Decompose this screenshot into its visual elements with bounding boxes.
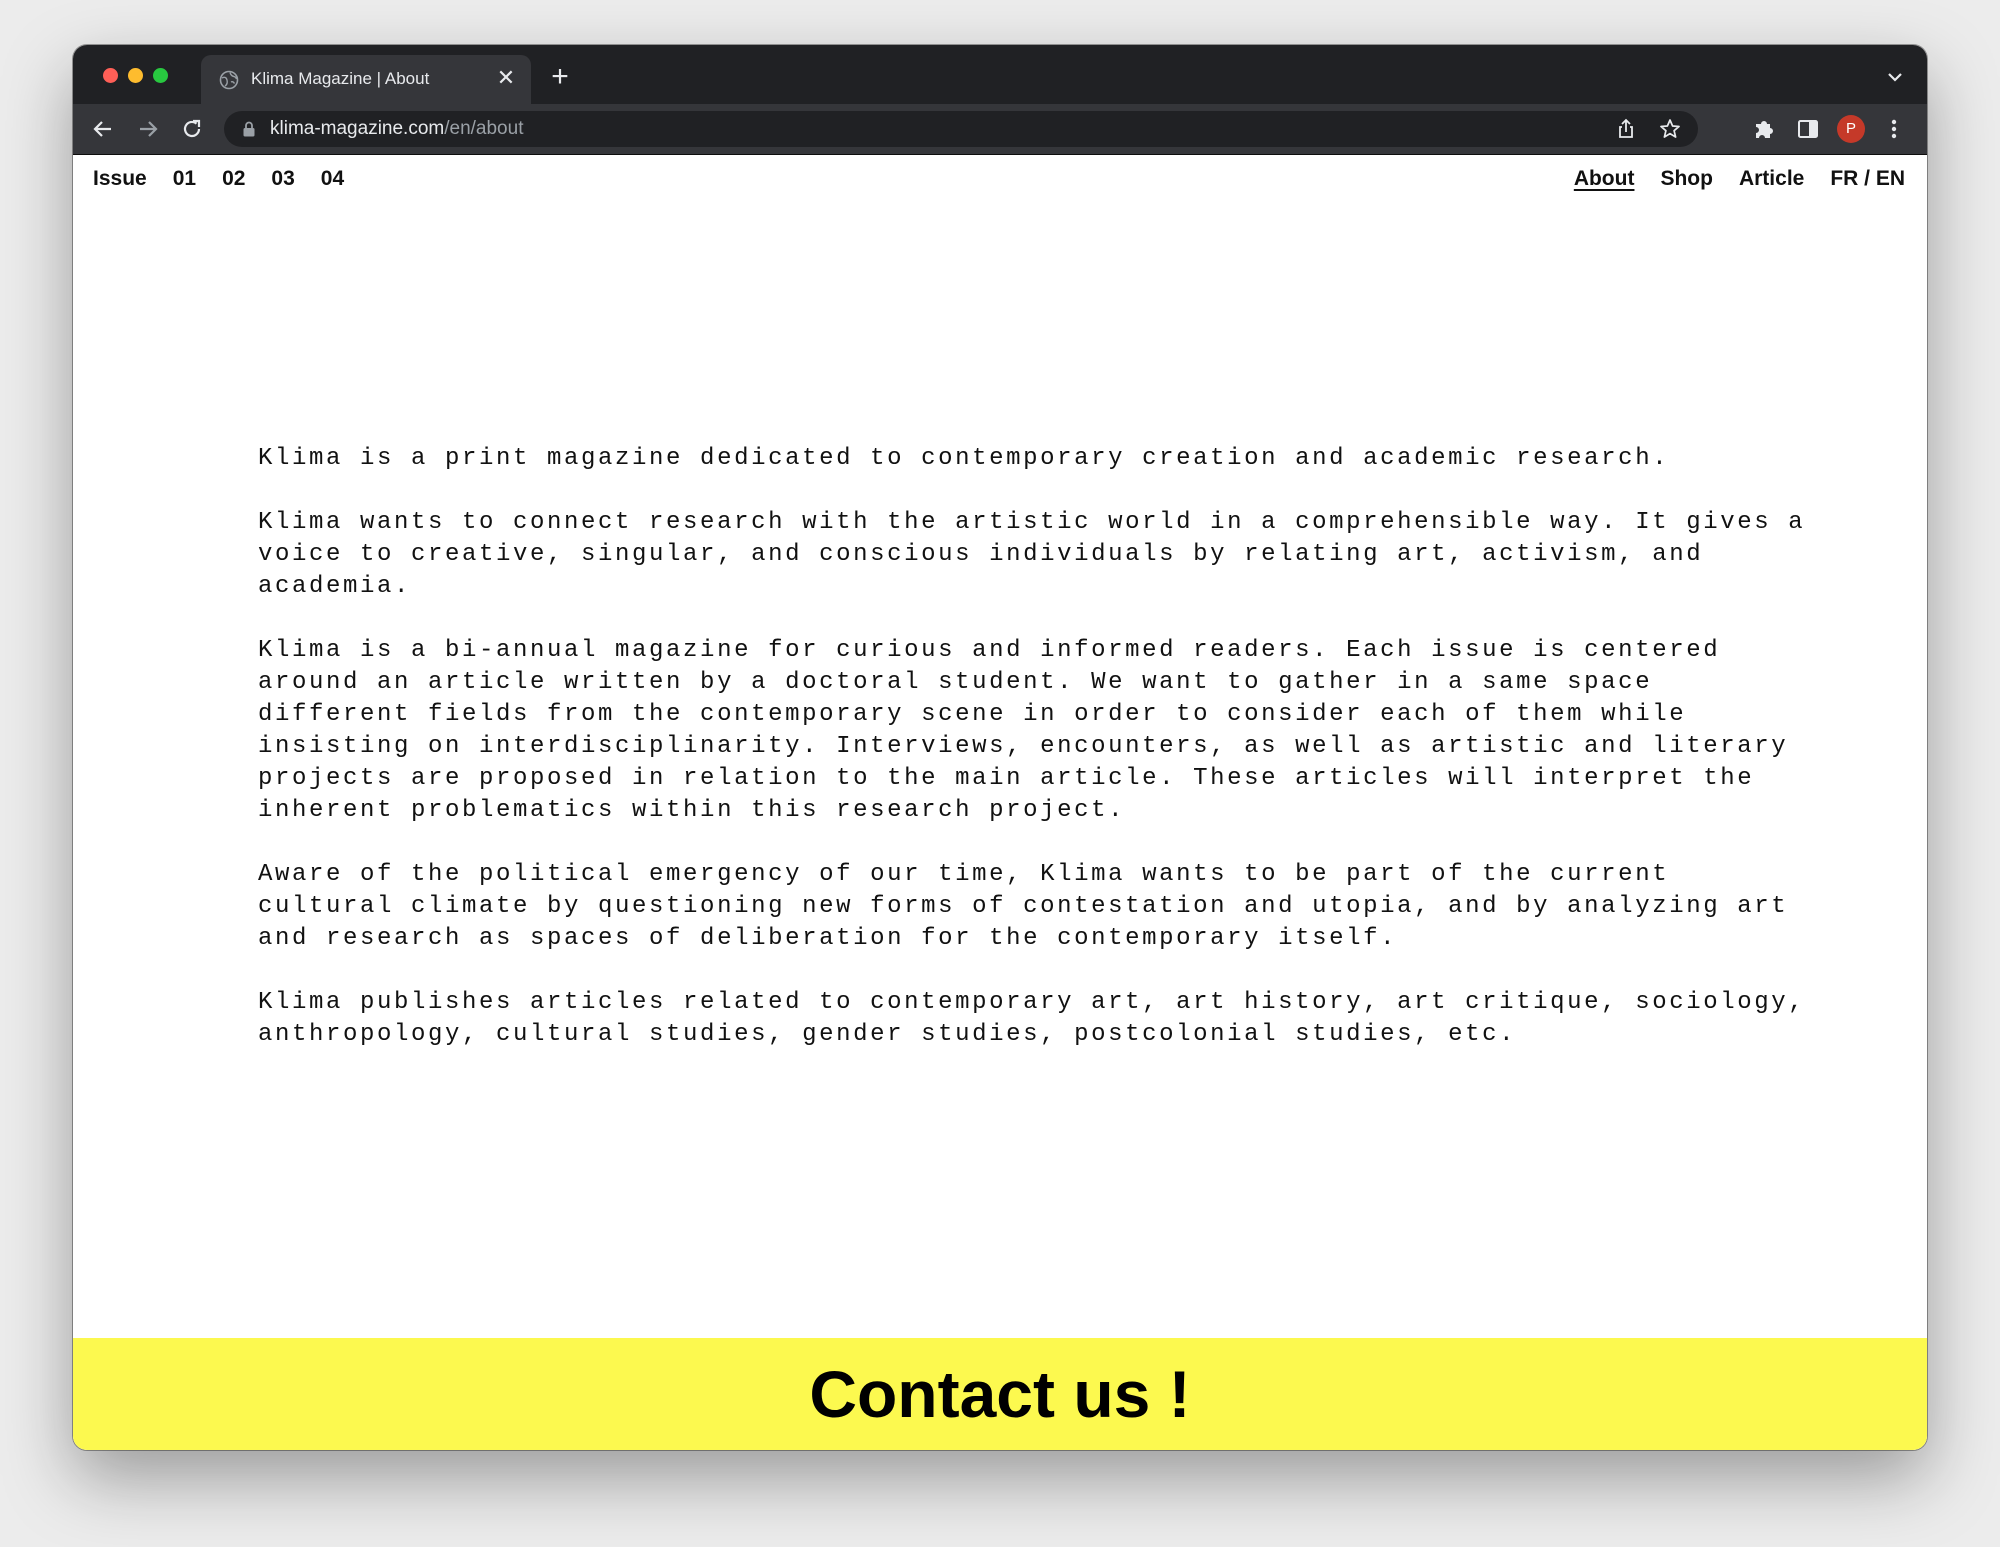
about-paragraph: Klima is a bi-annual magazine for curiou… xyxy=(258,637,1789,824)
language-switcher[interactable]: FR / EN xyxy=(1830,167,1905,191)
about-paragraph: Aware of the political emergency of our … xyxy=(258,861,1789,952)
tab-strip: Klima Magazine | About ✕ + xyxy=(73,45,1927,104)
new-tab-button[interactable]: + xyxy=(545,62,575,92)
url-text[interactable]: klima-magazine.com/en/about xyxy=(270,118,523,140)
chevron-down-icon[interactable] xyxy=(1883,65,1907,89)
url-path: /en/about xyxy=(444,118,524,139)
nav-issue-04[interactable]: 04 xyxy=(321,167,344,191)
about-paragraph: Klima is a print magazine dedicated to c… xyxy=(258,445,1670,472)
contact-bar: Contact us ! xyxy=(73,1338,1927,1450)
bookmark-star-icon[interactable] xyxy=(1658,117,1682,141)
about-text: Klima is a print magazine dedicated to c… xyxy=(258,443,1818,1083)
issue-navigation: Issue 01 02 03 04 xyxy=(93,167,344,191)
more-menu-icon[interactable] xyxy=(1880,115,1908,143)
back-arrow-icon[interactable] xyxy=(89,115,117,143)
about-paragraph: Klima wants to connect research with the… xyxy=(258,509,1806,600)
nav-article[interactable]: Article xyxy=(1739,167,1804,191)
address-bar[interactable]: klima-magazine.com/en/about xyxy=(224,111,1698,147)
main-navigation: About Shop Article FR / EN xyxy=(1574,167,1905,191)
reload-icon[interactable] xyxy=(178,115,206,143)
tab-close-icon[interactable]: ✕ xyxy=(493,65,519,91)
browser-toolbar: klima-magazine.com/en/about P xyxy=(73,104,1927,155)
contact-us-link[interactable]: Contact us ! xyxy=(809,1358,1190,1430)
nav-issue-01[interactable]: 01 xyxy=(173,167,196,191)
close-window-button[interactable] xyxy=(103,68,118,83)
nav-issue[interactable]: Issue xyxy=(93,167,147,191)
globe-icon xyxy=(219,70,239,90)
tab-title: Klima Magazine | About xyxy=(251,69,430,88)
extensions-puzzle-icon[interactable] xyxy=(1750,115,1778,143)
maximize-window-button[interactable] xyxy=(153,68,168,83)
about-paragraph: Klima publishes articles related to cont… xyxy=(258,989,1806,1048)
web-page: Issue 01 02 03 04 About Shop Article FR … xyxy=(73,155,1927,1450)
nav-about[interactable]: About xyxy=(1574,167,1635,191)
nav-issue-03[interactable]: 03 xyxy=(271,167,294,191)
browser-window: Klima Magazine | About ✕ + klima-magazin… xyxy=(73,45,1927,1450)
lock-icon[interactable] xyxy=(240,120,258,138)
nav-issue-02[interactable]: 02 xyxy=(222,167,245,191)
profile-avatar[interactable]: P xyxy=(1837,115,1865,143)
minimize-window-button[interactable] xyxy=(128,68,143,83)
forward-arrow-icon[interactable] xyxy=(134,115,162,143)
share-icon[interactable] xyxy=(1614,117,1638,141)
side-panel-icon[interactable] xyxy=(1794,115,1822,143)
browser-tab-active[interactable]: Klima Magazine | About ✕ xyxy=(201,55,531,104)
nav-shop[interactable]: Shop xyxy=(1660,167,1713,191)
url-host: klima-magazine.com xyxy=(270,118,445,139)
